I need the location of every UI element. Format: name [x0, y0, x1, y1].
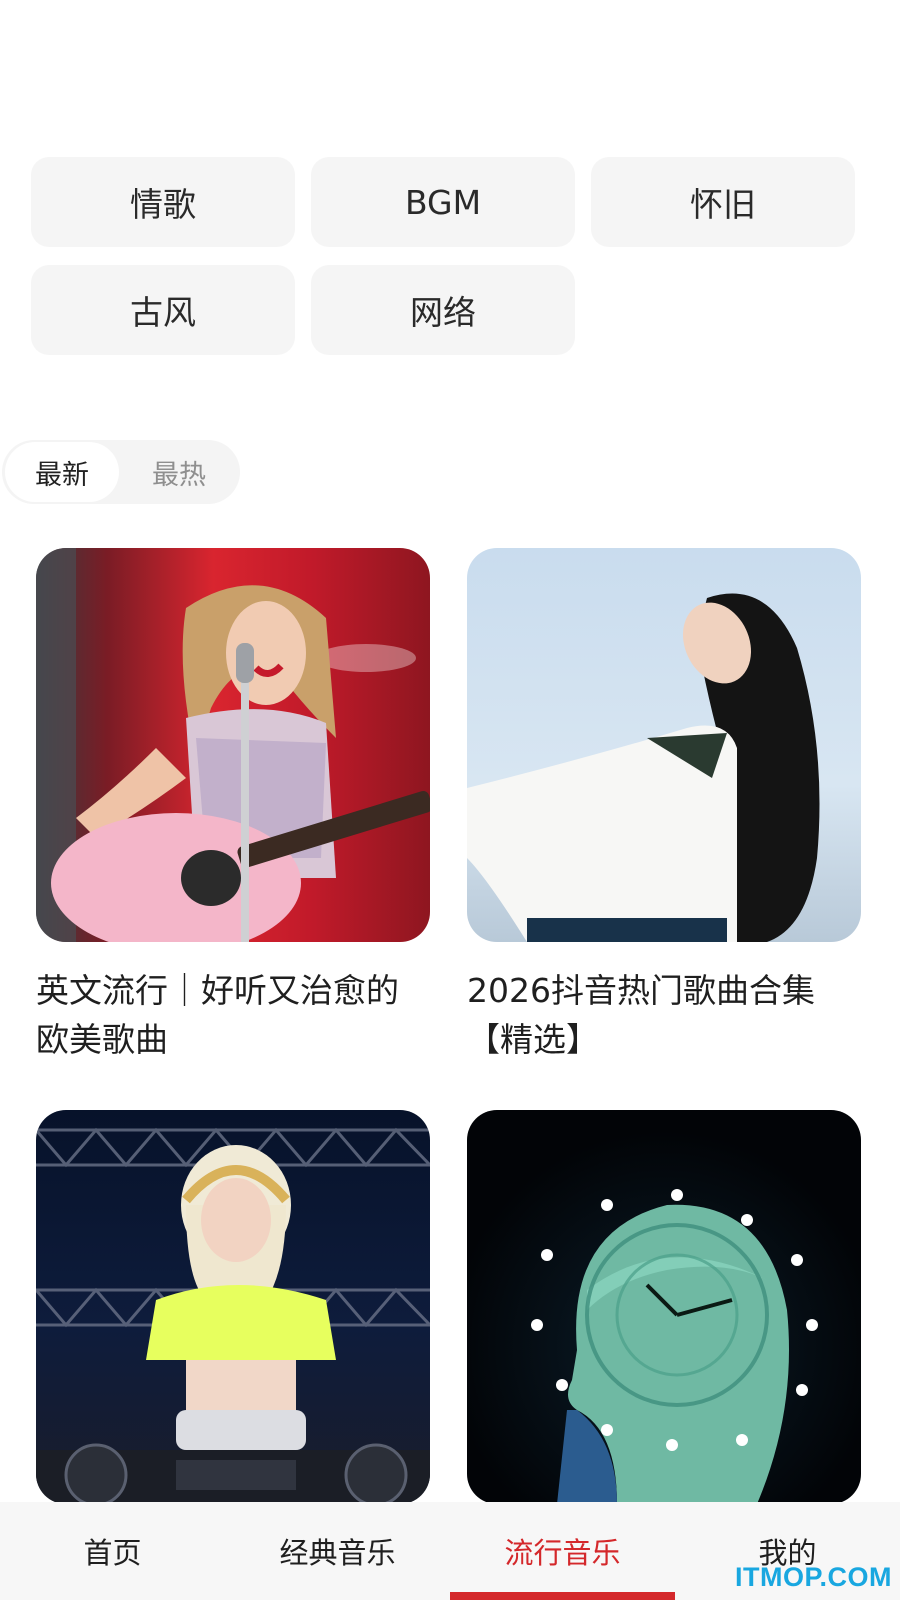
category-chip-bgm[interactable]: BGM	[311, 157, 575, 247]
playlist-card[interactable]	[36, 1110, 430, 1528]
dj-cover-image[interactable]	[36, 1110, 430, 1504]
playlist-card[interactable]	[467, 1110, 861, 1528]
watermark: ITMOP.COM	[734, 1562, 892, 1592]
girl-sky-illustration	[467, 593, 820, 942]
clock-girl-cover-image[interactable]	[467, 1110, 861, 1504]
playlist-card[interactable]: 2026抖音热门歌曲合集 【精选】	[467, 548, 861, 1064]
clock-girl-illustration	[531, 1189, 818, 1504]
active-tab-indicator	[450, 1592, 675, 1600]
playlist-card[interactable]: 英文流行｜好听又治愈的 欧美歌曲	[36, 548, 430, 1064]
dj-illustration	[36, 1127, 430, 1504]
tab-home[interactable]: 首页	[0, 1502, 225, 1600]
category-chip-gufeng[interactable]: 古风	[31, 265, 295, 355]
page: 情歌 BGM 怀旧 古风 网络 最新 最热 英文流行｜好听又治愈的 欧美歌曲 2…	[0, 0, 900, 1600]
playlist-title[interactable]: 2026抖音热门歌曲合集 【精选】	[467, 966, 861, 1064]
playlist-title[interactable]: 英文流行｜好听又治愈的 欧美歌曲	[36, 966, 430, 1064]
category-chip-huaijiu[interactable]: 怀旧	[591, 157, 855, 247]
category-chip-wangluo[interactable]: 网络	[311, 265, 575, 355]
tab-pop-music[interactable]: 流行音乐	[450, 1502, 675, 1600]
sort-hottest-button[interactable]: 最热	[122, 442, 236, 502]
sort-newest-button[interactable]: 最新	[5, 442, 119, 502]
tab-classic-music[interactable]: 经典音乐	[225, 1502, 450, 1600]
girl-sky-cover-image[interactable]	[467, 548, 861, 942]
sort-toggle: 最新 最热	[2, 440, 240, 504]
guitar-singer-illustration	[36, 548, 430, 942]
guitar-singer-cover-image[interactable]	[36, 548, 430, 942]
category-chip-qingge[interactable]: 情歌	[31, 157, 295, 247]
